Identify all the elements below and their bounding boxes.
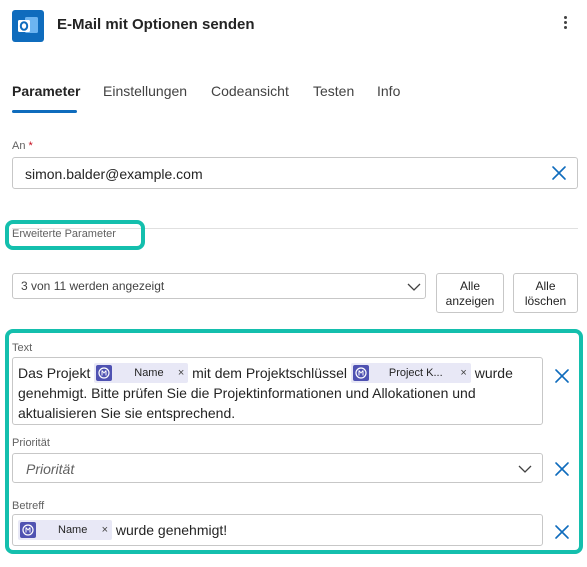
- subject-text: wurde genehmigt!: [115, 522, 228, 538]
- clear-to-field-icon[interactable]: [550, 164, 568, 182]
- to-field-label: An *: [12, 140, 33, 152]
- priority-field-label: Priorität: [12, 437, 50, 449]
- subject-field-label: Betreff: [12, 500, 45, 512]
- action-header: E-Mail mit Optionen senden: [0, 0, 587, 50]
- clear-subject-icon[interactable]: [553, 523, 571, 541]
- clear-all-button[interactable]: Alle löschen: [513, 273, 578, 313]
- token-name-label: Name: [58, 524, 88, 536]
- text-line: genehmigt. Bitte prüfen Sie die Projekti…: [18, 385, 476, 401]
- text-part: Das Projekt: [18, 365, 91, 381]
- clear-all-line1: Alle: [535, 279, 556, 293]
- remove-token-icon[interactable]: ×: [460, 363, 466, 383]
- priority-placeholder: Priorität: [26, 461, 75, 477]
- clear-all-line2: löschen: [524, 294, 567, 308]
- show-all-button[interactable]: Alle anzeigen: [436, 273, 504, 313]
- text-field-content: Das Projekt Name × mit dem Projektschlüs…: [18, 363, 540, 423]
- outlook-icon: [12, 10, 44, 42]
- remove-token-icon[interactable]: ×: [102, 520, 108, 540]
- more-vertical-icon[interactable]: [558, 14, 572, 36]
- chevron-down-icon: [407, 283, 421, 291]
- subject-field-content: Name × wurde genehmigt!: [18, 520, 227, 540]
- token-connector-icon: [352, 365, 369, 381]
- subject-field[interactable]: Name × wurde genehmigt!: [12, 514, 543, 546]
- text-field[interactable]: Das Projekt Name × mit dem Projektschlüs…: [12, 357, 543, 425]
- token-project-key-label: Project K...: [388, 367, 443, 379]
- required-marker: *: [28, 140, 33, 152]
- token-name: Name ×: [94, 363, 189, 383]
- token-project-key: Project K... ×: [350, 363, 471, 383]
- tab-bar: Parameter Einstellungen Codeansicht Test…: [0, 80, 587, 116]
- tab-codeansicht[interactable]: Codeansicht: [211, 83, 289, 99]
- text-line: aktualisieren Sie sie entsprechend.: [18, 405, 236, 421]
- tab-einstellungen[interactable]: Einstellungen: [103, 83, 187, 99]
- tab-parameter[interactable]: Parameter: [12, 83, 81, 99]
- clear-text-field-icon[interactable]: [553, 367, 571, 385]
- token-name: Name ×: [18, 520, 112, 540]
- action-title: E-Mail mit Optionen senden: [57, 16, 255, 33]
- advanced-parameters-select-value: 3 von 11 werden angezeigt: [21, 279, 165, 293]
- remove-token-icon[interactable]: ×: [178, 363, 184, 383]
- show-all-line2: anzeigen: [445, 294, 495, 308]
- token-name-label: Name: [134, 367, 164, 379]
- advanced-parameters-label: Erweiterte Parameter: [12, 228, 116, 240]
- token-connector-icon: [20, 522, 36, 538]
- text-part: mit dem Projektschlüssel: [192, 365, 347, 381]
- priority-select[interactable]: Priorität: [12, 453, 543, 483]
- advanced-parameters-select[interactable]: 3 von 11 werden angezeigt: [12, 273, 426, 299]
- text-field-label: Text: [12, 342, 33, 354]
- active-tab-indicator: [12, 110, 77, 113]
- to-field[interactable]: simon.balder@example.com: [12, 157, 578, 189]
- to-field-value: simon.balder@example.com: [25, 166, 203, 182]
- tab-info[interactable]: Info: [377, 83, 400, 99]
- clear-priority-icon[interactable]: [553, 460, 571, 478]
- text-part: wurde: [474, 365, 513, 381]
- token-connector-icon: [96, 365, 113, 381]
- chevron-down-icon: [518, 465, 532, 473]
- to-field-label-text: An: [12, 140, 26, 152]
- show-all-line1: Alle: [459, 279, 480, 293]
- tab-testen[interactable]: Testen: [313, 83, 354, 99]
